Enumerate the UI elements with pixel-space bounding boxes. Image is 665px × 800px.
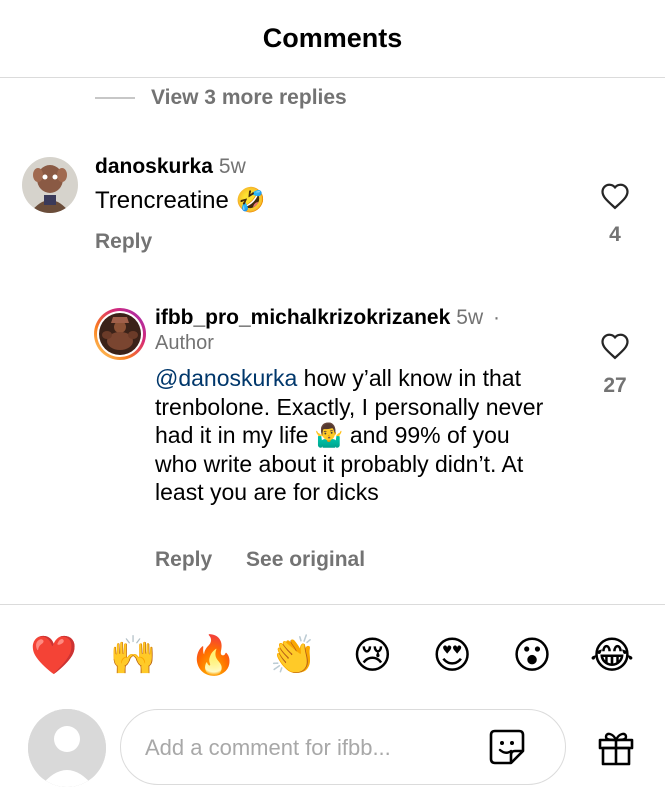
mention-link[interactable]: @danoskurka: [155, 365, 297, 391]
default-avatar-icon: [28, 709, 106, 787]
comment-composer: [120, 709, 566, 785]
reaction-surprised[interactable]: 😮: [509, 630, 555, 680]
avatar[interactable]: [22, 157, 78, 213]
comments-header: Comments: [0, 0, 665, 78]
heart-icon[interactable]: [600, 182, 630, 215]
comment-text-body: Trencreatine: [95, 187, 229, 214]
page-title: Comments: [262, 23, 403, 53]
comment-actions: Reply See original: [155, 548, 393, 572]
author-badge: Author: [155, 332, 214, 354]
reaction-clapping[interactable]: 👏: [270, 630, 317, 680]
timestamp: 5w: [218, 155, 246, 178]
reaction-red-heart[interactable]: ❤️: [30, 630, 77, 680]
laughing-emoji: 🤣: [235, 187, 266, 214]
reaction-crying[interactable]: 😢: [349, 630, 395, 680]
comment-input[interactable]: [143, 710, 467, 785]
divider: [0, 604, 665, 605]
reply-button[interactable]: Reply: [95, 230, 152, 254]
avatar-story-ring[interactable]: [94, 308, 146, 360]
see-original-button[interactable]: See original: [246, 548, 365, 571]
timestamp: 5w: [456, 306, 484, 329]
heart-icon[interactable]: [600, 332, 630, 365]
like-count: 4: [609, 223, 621, 246]
thread-line: [95, 97, 135, 99]
sticker-icon[interactable]: [487, 727, 527, 772]
shrug-emoji: 🤷‍♂️: [314, 422, 344, 448]
like-count: 27: [603, 374, 627, 397]
reaction-heart-eyes[interactable]: 😍: [429, 630, 475, 680]
comment-text: @danoskurka how y’all know in that trenb…: [155, 364, 555, 507]
reply-button[interactable]: Reply: [155, 548, 212, 571]
username[interactable]: danoskurka: [95, 155, 213, 178]
reaction-laughing[interactable]: 😂: [589, 630, 635, 680]
gift-icon[interactable]: [596, 727, 636, 772]
view-more-replies-label[interactable]: View 3 more replies: [151, 86, 347, 110]
separator: ·: [492, 306, 500, 329]
quick-reactions-bar: ❤️ 🙌 🔥 👏 😢 😍 😮 😂: [0, 630, 665, 680]
comment-text: Trencreatine 🤣: [95, 185, 265, 217]
comment-header: danoskurka 5w: [95, 153, 246, 181]
view-more-replies[interactable]: View 3 more replies: [95, 84, 347, 112]
comment-header: ifbb_pro_michalkrizokrizanek 5w ·: [155, 304, 500, 332]
reaction-fire[interactable]: 🔥: [190, 630, 237, 680]
username[interactable]: ifbb_pro_michalkrizokrizanek: [155, 306, 450, 329]
avatar: [99, 313, 141, 355]
reaction-raised-hands[interactable]: 🙌: [110, 630, 157, 680]
